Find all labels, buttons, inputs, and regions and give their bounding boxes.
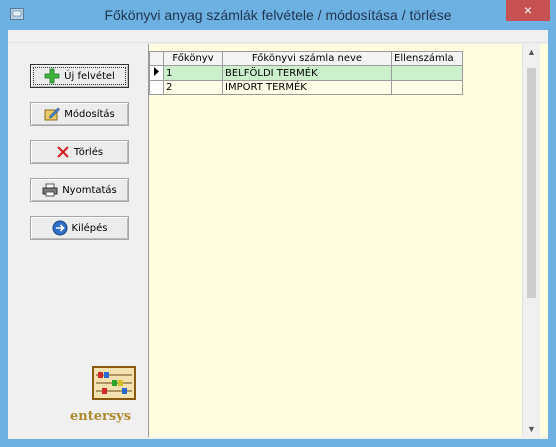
column-header-name[interactable]: Főkönyvi számla neve <box>222 51 392 66</box>
data-grid-area[interactable]: Főkönyv Főkönyvi számla neve Ellenszámla… <box>149 44 548 437</box>
delete-label: Törlés <box>73 146 104 158</box>
edit-icon <box>44 107 61 121</box>
table-row[interactable]: 2 IMPORT TERMÉK <box>149 80 463 95</box>
exit-arrow-icon <box>52 220 67 236</box>
cell-fokonyv[interactable]: 2 <box>163 80 223 95</box>
window-title: Főkönyvi anyag számlák felvétele / módos… <box>104 7 452 23</box>
column-header-ellenszamla[interactable]: Ellenszámla <box>391 51 463 66</box>
menu-strip <box>8 30 548 43</box>
accounts-grid[interactable]: Főkönyv Főkönyvi számla neve Ellenszámla… <box>149 51 463 95</box>
grid-header-row: Főkönyv Főkönyvi számla neve Ellenszámla <box>149 51 463 66</box>
main-window: Főkönyvi anyag számlák felvétele / módos… <box>0 0 556 447</box>
row-selector-header <box>149 51 164 66</box>
cell-fokonyv[interactable]: 1 <box>163 65 223 81</box>
new-record-label: Új felvétel <box>64 70 115 82</box>
column-header-fokonyv[interactable]: Főkönyv <box>163 51 223 66</box>
scroll-up-arrow-icon[interactable]: ▲ <box>527 47 536 57</box>
delete-x-icon <box>57 146 69 158</box>
close-button[interactable]: × <box>506 0 550 21</box>
modify-button[interactable]: Módosítás <box>30 102 129 126</box>
cell-ellenszamla[interactable] <box>391 65 463 81</box>
table-row[interactable]: 1 BELFÖLDI TERMÉK <box>149 65 463 81</box>
new-record-button[interactable]: Új felvétel <box>30 64 129 88</box>
scroll-down-arrow-icon[interactable]: ▼ <box>527 424 536 434</box>
modify-label: Módosítás <box>64 108 115 120</box>
exit-button[interactable]: Kilépés <box>30 216 129 240</box>
printer-icon <box>42 183 58 197</box>
scrollbar-thumb[interactable] <box>527 68 536 298</box>
current-row-arrow-icon <box>154 67 159 76</box>
client-area: Új felvétel Módosítás Törlés Nyomtatás K… <box>8 30 548 439</box>
plus-icon <box>44 68 60 84</box>
cell-ellenszamla[interactable] <box>391 80 463 95</box>
print-button[interactable]: Nyomtatás <box>30 178 129 202</box>
cell-name[interactable]: BELFÖLDI TERMÉK <box>222 65 392 81</box>
row-selector[interactable] <box>149 80 164 95</box>
print-label: Nyomtatás <box>62 184 117 196</box>
title-bar[interactable]: Főkönyvi anyag számlák felvétele / módos… <box>0 0 556 30</box>
vertical-scrollbar[interactable]: ▲ ▼ <box>522 44 540 437</box>
brand-logo-text: entersys <box>70 409 132 424</box>
exit-label: Kilépés <box>71 222 108 234</box>
cell-name[interactable]: IMPORT TERMÉK <box>222 80 392 95</box>
delete-button[interactable]: Törlés <box>30 140 129 164</box>
row-selector-indicator[interactable] <box>149 65 164 81</box>
abacus-logo-icon <box>92 366 136 400</box>
